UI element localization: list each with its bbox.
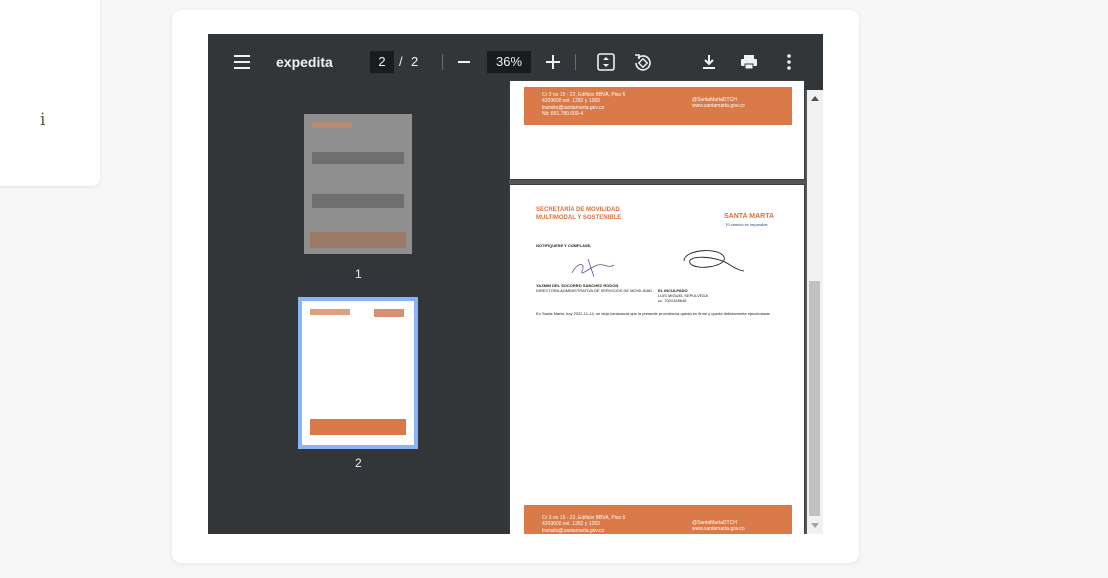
page-separator: /: [399, 54, 403, 69]
signature-1-image: [571, 258, 615, 278]
scrollbar-thumb[interactable]: [809, 281, 820, 516]
document-title: expedita: [276, 54, 333, 70]
toolbar-divider: [442, 54, 443, 70]
doc-logo-tag: El cambio es imparable: [726, 222, 768, 227]
signature-2-image: [683, 250, 745, 272]
doc-header-line2: MULTIMODAL Y SOSTENIBLE: [536, 215, 622, 221]
print-icon[interactable]: [739, 52, 759, 72]
doc-notify: NOTIFÍQUESE Y CÚMPLASE,: [536, 243, 592, 248]
footer-web: www.santamarta.gov.co: [692, 526, 745, 533]
zoom-in-icon[interactable]: [546, 55, 560, 69]
footer-nit: Nit: 891.780.009-4: [542, 110, 584, 117]
fit-page-icon[interactable]: [596, 52, 616, 72]
thumbnail-label: 2: [355, 456, 362, 470]
vertical-scrollbar[interactable]: [807, 90, 823, 534]
page-2: SECRETARÍA DE MOVILIDAD MULTIMODAL Y SOS…: [509, 184, 805, 534]
scroll-down-icon[interactable]: [811, 523, 819, 528]
thumbnail-label: 1: [355, 267, 362, 281]
rotate-icon[interactable]: [632, 52, 652, 72]
zoom-out-icon[interactable]: [458, 61, 470, 63]
total-pages: 2: [411, 54, 419, 69]
toolbar-divider: [575, 54, 576, 70]
page-number-input[interactable]: 2: [370, 51, 394, 73]
signer2-id: cc. 7001345645: [658, 298, 687, 303]
more-options-icon[interactable]: [779, 52, 799, 72]
signer1-title: DIRECTORA ADMINISTRATIVA DE SERVICIOS DE…: [536, 288, 653, 293]
thumbnail-page-1[interactable]: [304, 114, 412, 254]
thumbnail-page-2-selected[interactable]: [298, 297, 418, 449]
scroll-up-icon[interactable]: [811, 96, 819, 101]
pdf-viewer: expedita 2 / 2 36% 1 2 Cr 3 no 15 - 22, …: [208, 34, 823, 534]
doc-closing: En Santa Marta, hoy 2022-11-14, se deja …: [536, 311, 770, 316]
zoom-input[interactable]: 36%: [487, 51, 531, 73]
doc-header-line1: SECRETARÍA DE MOVILIDAD: [536, 207, 620, 213]
info-icon[interactable]: i: [40, 110, 45, 130]
footer-web: www.santamarta.gov.co: [692, 103, 745, 110]
download-icon[interactable]: [699, 52, 719, 72]
doc-logo: SANTA MARTA: [724, 213, 775, 220]
document-pages: Cr 3 no 15 - 22, Edificio BBVA, Piso 6 4…: [509, 80, 807, 534]
thumbnail-sidebar: 1 2: [208, 90, 509, 534]
side-card: i: [0, 0, 100, 186]
menu-icon[interactable]: [234, 55, 250, 69]
page-1-footer: Cr 3 no 15 - 22, Edificio BBVA, Piso 6 4…: [524, 87, 792, 125]
page-1-partial: Cr 3 no 15 - 22, Edificio BBVA, Piso 6 4…: [509, 80, 805, 180]
page-2-footer: Cr 3 no 15 - 22, Edificio BBVA, Piso 6 4…: [524, 505, 792, 534]
